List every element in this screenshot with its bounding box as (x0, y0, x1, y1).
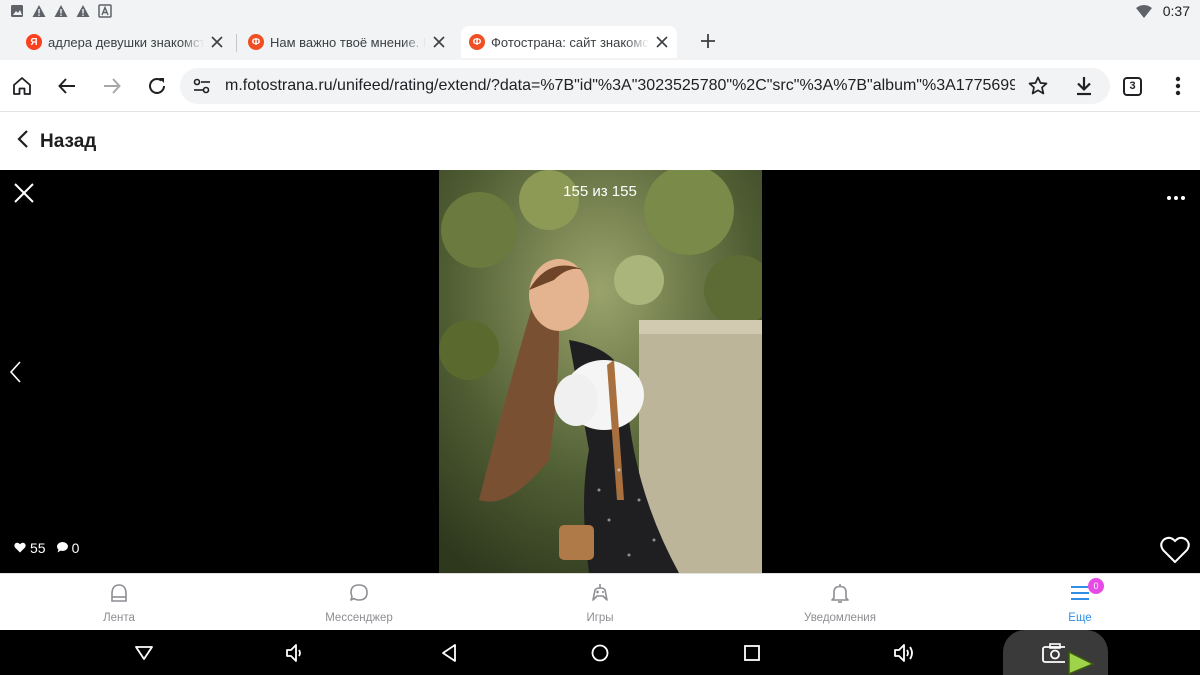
yandex-favicon-icon: Я (26, 34, 42, 50)
wifi-icon (1136, 5, 1152, 23)
profile-photo[interactable] (439, 170, 762, 573)
tab-switcher-button[interactable]: 3 (1123, 77, 1142, 96)
browser-toolbar: m.fotostrana.ru/unifeed/rating/extend/?d… (0, 60, 1200, 112)
tab-divider (236, 34, 237, 52)
tab-survey[interactable]: Ф Нам важно твоё мнение. Пройди (240, 26, 454, 58)
tab-title: Фотострана: сайт знакомств (491, 34, 649, 50)
clock: 0:37 (1162, 3, 1190, 19)
address-bar[interactable]: m.fotostrana.ru/unifeed/rating/extend/?d… (180, 68, 1110, 104)
close-tab-icon[interactable] (210, 35, 224, 49)
nav-item-notifications[interactable]: Уведомления (760, 582, 920, 624)
bookmark-star-icon[interactable] (1028, 76, 1048, 101)
warning-icon (32, 4, 46, 18)
volume-down-icon[interactable] (283, 641, 307, 665)
close-viewer-icon[interactable] (13, 182, 35, 209)
nav-label: Лента (103, 612, 135, 624)
nav-label: Игры (586, 612, 614, 624)
comment-icon (56, 540, 68, 556)
comments-value: 0 (71, 540, 80, 556)
home-icon[interactable] (10, 74, 34, 98)
close-tab-icon[interactable] (655, 35, 669, 49)
warning-icon (54, 4, 68, 18)
nav-label: Еще (1068, 612, 1092, 624)
camera-icon (1041, 641, 1065, 665)
photo-viewer: 155 из 155 55 0 (0, 170, 1200, 573)
photo-counter: 155 из 155 (563, 183, 637, 200)
fotostrana-favicon-icon: Ф (248, 34, 264, 50)
fotostrana-favicon-icon: Ф (469, 34, 485, 50)
new-tab-icon[interactable] (698, 31, 718, 51)
nav-label: Мессенджер (325, 612, 393, 624)
back-arrow-icon[interactable] (55, 74, 79, 98)
bottom-nav: Лента Мессенджер Игры Уведомления 0 Еще (0, 573, 1200, 630)
chevron-left-icon (16, 128, 30, 156)
back-button[interactable]: Назад (16, 128, 96, 156)
back-triangle-icon[interactable] (437, 641, 461, 665)
likes-value: 55 (30, 540, 46, 556)
like-heart-icon[interactable] (1160, 536, 1190, 569)
system-nav-bar (0, 630, 1200, 675)
image-notification-icon (10, 4, 24, 18)
url-text[interactable]: m.fotostrana.ru/unifeed/rating/extend/?d… (225, 77, 1015, 95)
feed-icon (108, 582, 130, 606)
nav-item-messenger[interactable]: Мессенджер (279, 582, 439, 624)
reload-icon[interactable] (145, 74, 169, 98)
notification-badge: 0 (1088, 578, 1104, 594)
download-icon[interactable] (1072, 74, 1096, 98)
nav-item-games[interactable]: Игры (520, 582, 680, 624)
recents-square-icon[interactable] (740, 641, 764, 665)
warning-icon (76, 4, 90, 18)
comments-count: 0 (56, 540, 80, 556)
font-notification-icon (98, 4, 112, 18)
bell-icon (829, 582, 851, 606)
hide-nav-icon[interactable] (132, 641, 156, 665)
page-header: Назад (0, 113, 1200, 170)
forward-arrow-icon[interactable] (100, 74, 124, 98)
close-tab-icon[interactable] (432, 35, 446, 49)
status-bar: 0:37 (0, 0, 1200, 24)
chat-icon (348, 582, 370, 606)
site-settings-icon[interactable] (193, 78, 211, 99)
previous-photo-icon[interactable] (8, 360, 22, 389)
nav-item-feed[interactable]: Лента (39, 582, 199, 624)
likes-count: 55 (14, 540, 46, 556)
tab-fotostrana[interactable]: Ф Фотострана: сайт знакомств (461, 26, 677, 58)
heart-icon (14, 540, 26, 556)
more-options-icon[interactable] (1166, 188, 1186, 206)
overflow-menu-icon[interactable] (1166, 74, 1190, 98)
gamepad-icon (589, 582, 611, 606)
notification-icons (10, 4, 112, 18)
back-label: Назад (40, 131, 97, 152)
tab-title: Нам важно твоё мнение. Пройди (270, 34, 426, 50)
volume-up-icon[interactable] (892, 641, 916, 665)
tab-title: адлера девушки знакомства (48, 34, 204, 50)
cursor-arrow-icon (1065, 650, 1095, 675)
tab-yandex[interactable]: Я адлера девушки знакомства (18, 26, 232, 58)
nav-label: Уведомления (804, 612, 876, 624)
photo-stats: 55 0 (14, 540, 89, 556)
nav-item-more[interactable]: 0 Еще (1000, 578, 1160, 624)
home-circle-icon[interactable] (588, 641, 612, 665)
tab-strip: Я адлера девушки знакомства Ф Нам важно … (0, 24, 1200, 60)
screenshot-button[interactable] (1003, 630, 1108, 675)
